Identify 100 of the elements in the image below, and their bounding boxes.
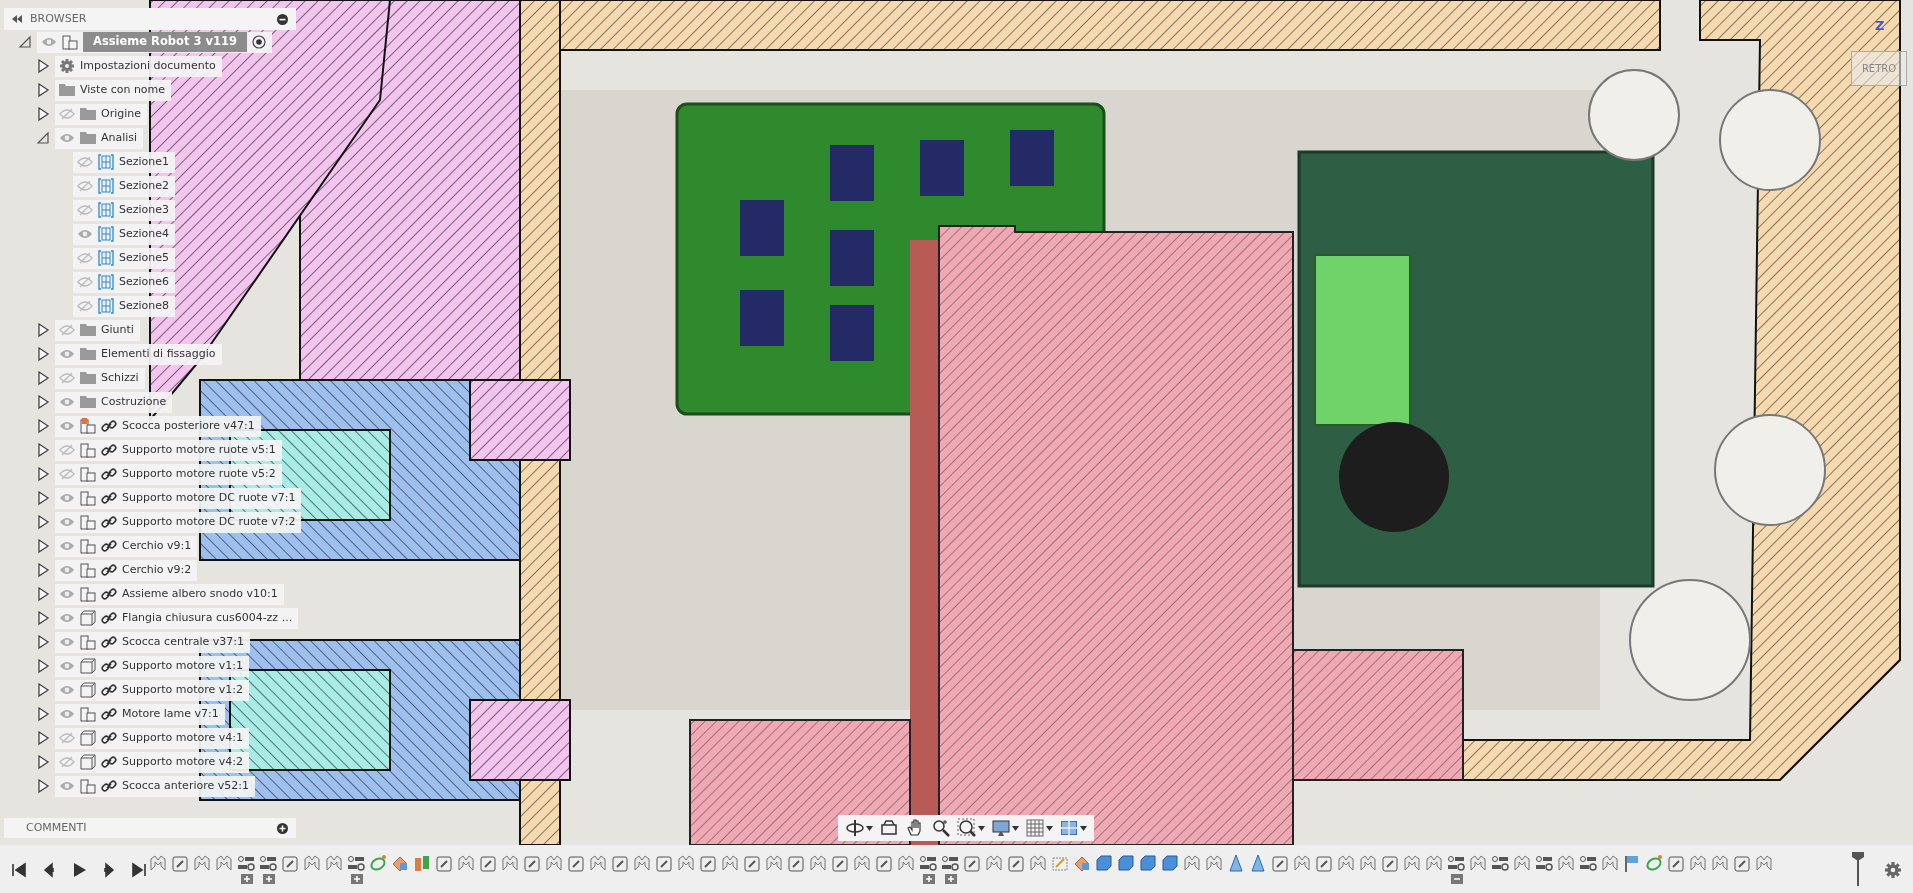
plane-icon[interactable] <box>1227 854 1245 872</box>
joint-icon[interactable] <box>721 854 739 872</box>
slider-group-icon[interactable] <box>1491 854 1509 872</box>
joint-icon[interactable] <box>1183 854 1201 872</box>
joint-icon[interactable] <box>1513 854 1531 872</box>
joint-icon[interactable] <box>501 854 519 872</box>
joint-icon[interactable] <box>809 854 827 872</box>
collapsed-arrow-icon[interactable] <box>36 467 50 481</box>
collapse-group-icon[interactable] <box>1451 874 1463 884</box>
collapsed-arrow-icon[interactable] <box>36 731 50 745</box>
timeline-marker-icon[interactable] <box>1851 852 1865 886</box>
collapsed-arrow-icon[interactable] <box>36 659 50 673</box>
joint-icon[interactable] <box>1337 854 1355 872</box>
collapsed-arrow-icon[interactable] <box>36 611 50 625</box>
split-body-icon[interactable] <box>413 854 431 872</box>
collapsed-arrow-icon[interactable] <box>36 755 50 769</box>
joint-icon[interactable] <box>1029 854 1047 872</box>
root-item-label[interactable]: Assieme Robot 3 v119 <box>83 32 247 52</box>
expand-group-icon[interactable] <box>263 874 275 884</box>
linked-component-icon[interactable] <box>171 854 189 872</box>
expand-group-icon[interactable] <box>241 874 253 884</box>
linked-component-icon[interactable] <box>611 854 629 872</box>
caret-icon[interactable] <box>978 825 985 831</box>
flag-icon[interactable] <box>1623 854 1641 872</box>
joint-icon[interactable] <box>1425 854 1443 872</box>
joint-icon[interactable] <box>985 854 1003 872</box>
collapsed-arrow-icon[interactable] <box>36 347 50 361</box>
linked-component-icon[interactable] <box>1315 854 1333 872</box>
linked-component-icon[interactable] <box>875 854 893 872</box>
collapsed-arrow-icon[interactable] <box>36 707 50 721</box>
box-icon[interactable] <box>1095 854 1113 872</box>
joint-icon[interactable] <box>303 854 321 872</box>
slider-group-icon[interactable] <box>259 854 277 872</box>
linked-component-icon[interactable] <box>963 854 981 872</box>
joint-icon[interactable] <box>149 854 167 872</box>
collapsed-arrow-icon[interactable] <box>36 539 50 553</box>
joint-icon[interactable] <box>457 854 475 872</box>
joint-icon[interactable] <box>193 854 211 872</box>
slider-group-icon[interactable] <box>1447 854 1465 872</box>
collapse-icon[interactable] <box>12 15 22 23</box>
collapsed-arrow-icon[interactable] <box>36 683 50 697</box>
collapsed-arrow-icon[interactable] <box>36 371 50 385</box>
linked-component-icon[interactable] <box>787 854 805 872</box>
joint-icon[interactable] <box>1359 854 1377 872</box>
joint-icon[interactable] <box>1205 854 1223 872</box>
play-icon[interactable] <box>71 861 87 878</box>
collapsed-arrow-icon[interactable] <box>36 419 50 433</box>
joint-icon[interactable] <box>1293 854 1311 872</box>
slider-group-icon[interactable] <box>941 854 959 872</box>
slider-group-icon[interactable] <box>1535 854 1553 872</box>
joint-icon[interactable] <box>1403 854 1421 872</box>
slider-group-icon[interactable] <box>919 854 937 872</box>
collapsed-arrow-icon[interactable] <box>36 491 50 505</box>
collapsed-arrow-icon[interactable] <box>36 635 50 649</box>
look-at-icon[interactable] <box>879 818 899 838</box>
linked-component-icon[interactable] <box>1667 854 1685 872</box>
paint-icon[interactable] <box>1073 854 1091 872</box>
joint-icon[interactable] <box>1711 854 1729 872</box>
linked-component-icon[interactable] <box>1007 854 1025 872</box>
viewports-icon[interactable] <box>1059 818 1079 838</box>
linked-component-icon[interactable] <box>1733 854 1751 872</box>
expanded-arrow-icon[interactable] <box>18 35 32 49</box>
joint-icon[interactable] <box>1557 854 1575 872</box>
collapsed-arrow-icon[interactable] <box>36 107 50 121</box>
joint-icon[interactable] <box>589 854 607 872</box>
skip-back-icon[interactable] <box>11 861 27 878</box>
slider-group-icon[interactable] <box>347 854 365 872</box>
collapsed-arrow-icon[interactable] <box>36 587 50 601</box>
expand-group-icon[interactable] <box>945 874 957 884</box>
plane-icon[interactable] <box>1249 854 1267 872</box>
add-icon[interactable] <box>277 822 288 834</box>
collapsed-arrow-icon[interactable] <box>36 563 50 577</box>
expand-group-icon[interactable] <box>351 874 363 884</box>
zoom-window-icon[interactable] <box>957 818 977 838</box>
step-forward-icon[interactable] <box>101 861 117 878</box>
expanded-arrow-icon[interactable] <box>36 131 50 145</box>
caret-icon[interactable] <box>1012 825 1019 831</box>
slider-group-icon[interactable] <box>237 854 255 872</box>
linked-component-icon[interactable] <box>655 854 673 872</box>
view-cube[interactable]: RETRO <box>1851 51 1907 86</box>
box-icon[interactable] <box>1139 854 1157 872</box>
joint-icon[interactable] <box>325 854 343 872</box>
step-back-icon[interactable] <box>41 861 57 878</box>
linked-component-icon[interactable] <box>479 854 497 872</box>
slider-group-icon[interactable] <box>1579 854 1597 872</box>
joint-icon[interactable] <box>1601 854 1619 872</box>
minimize-icon[interactable] <box>277 13 288 25</box>
caret-icon[interactable] <box>1046 825 1053 831</box>
collapsed-arrow-icon[interactable] <box>36 83 50 97</box>
collapsed-arrow-icon[interactable] <box>36 395 50 409</box>
box-icon[interactable] <box>1161 854 1179 872</box>
skip-forward-icon[interactable] <box>131 861 147 878</box>
linked-component-icon[interactable] <box>1381 854 1399 872</box>
paint-icon[interactable] <box>391 854 409 872</box>
joint-icon[interactable] <box>677 854 695 872</box>
linked-component-icon[interactable] <box>567 854 585 872</box>
motion-link-icon[interactable] <box>1645 854 1663 872</box>
expand-group-icon[interactable] <box>923 874 935 884</box>
linked-component-icon[interactable] <box>523 854 541 872</box>
collapsed-arrow-icon[interactable] <box>36 515 50 529</box>
